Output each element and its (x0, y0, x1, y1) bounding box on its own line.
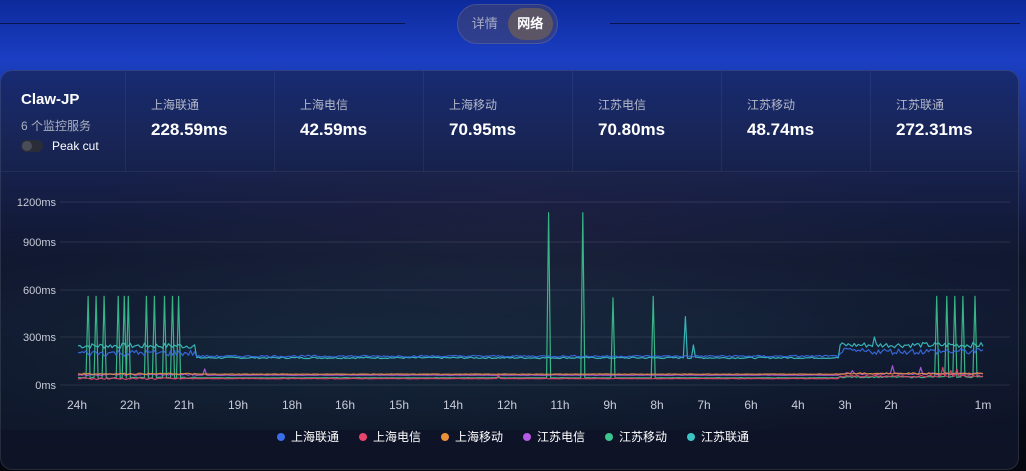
x-tick-label: 22h (120, 398, 140, 412)
x-tick-label: 4h (791, 398, 804, 412)
x-tick-label: 7h (697, 398, 710, 412)
y-tick-label: 0ms (35, 380, 56, 392)
series-line (77, 347, 984, 358)
legend-dot (440, 432, 449, 441)
x-tick-label: 19h (228, 398, 248, 412)
x-tick-label: 24h (67, 398, 87, 412)
y-tick-label: 600ms (23, 285, 57, 297)
legend-label: 上海移动 (454, 430, 503, 444)
series-line (77, 316, 984, 360)
legend-item[interactable]: 上海电信 (358, 428, 421, 445)
x-tick-label: 14h (443, 398, 463, 412)
chart-legend: 上海联通 上海电信 上海移动 江苏电信 江苏移动 江苏联通 (0, 428, 1026, 445)
legend-dot (358, 432, 367, 441)
legend-label: 上海联通 (290, 430, 339, 444)
x-tick-label: 8h (650, 398, 663, 412)
x-tick-label: 18h (282, 398, 302, 412)
x-tick-label: 16h (335, 398, 355, 412)
legend-item[interactable]: 上海移动 (440, 428, 503, 445)
x-tick-label: 2h (884, 398, 897, 412)
x-tick-label: 11h (550, 398, 569, 412)
legend-dot (523, 432, 531, 441)
y-tick-label: 900ms (23, 237, 57, 249)
series-line (77, 372, 984, 376)
legend-label: 江苏移动 (619, 430, 668, 444)
x-tick-label: 3h (838, 398, 851, 412)
x-tick-label: 6h (744, 398, 757, 412)
y-tick-label: 1200ms (17, 197, 57, 209)
legend-item[interactable]: 江苏联通 (687, 428, 749, 445)
legend-item[interactable]: 上海联通 (276, 428, 339, 445)
legend-label: 江苏电信 (537, 430, 586, 444)
x-tick-label: 12h (497, 398, 517, 412)
legend-dot (605, 432, 614, 441)
x-tick-label: 21h (174, 398, 194, 412)
x-tick-label: 15h (389, 398, 409, 412)
x-tick-label: 9h (603, 398, 616, 412)
legend-label: 江苏联通 (701, 430, 750, 444)
latency-chart[interactable]: 0ms 300ms 600ms 900ms 1200ms 24h 22h 21h 19h 18h 1… (0, 0, 1026, 471)
series-line (77, 212, 984, 380)
legend-item[interactable]: 江苏电信 (523, 428, 585, 445)
legend-label: 上海电信 (372, 430, 421, 444)
legend-dot (276, 432, 285, 441)
x-tick-label: 1m (975, 398, 992, 412)
y-tick-label: 300ms (23, 332, 57, 344)
legend-dot (687, 432, 696, 441)
legend-item[interactable]: 江苏移动 (605, 428, 667, 445)
